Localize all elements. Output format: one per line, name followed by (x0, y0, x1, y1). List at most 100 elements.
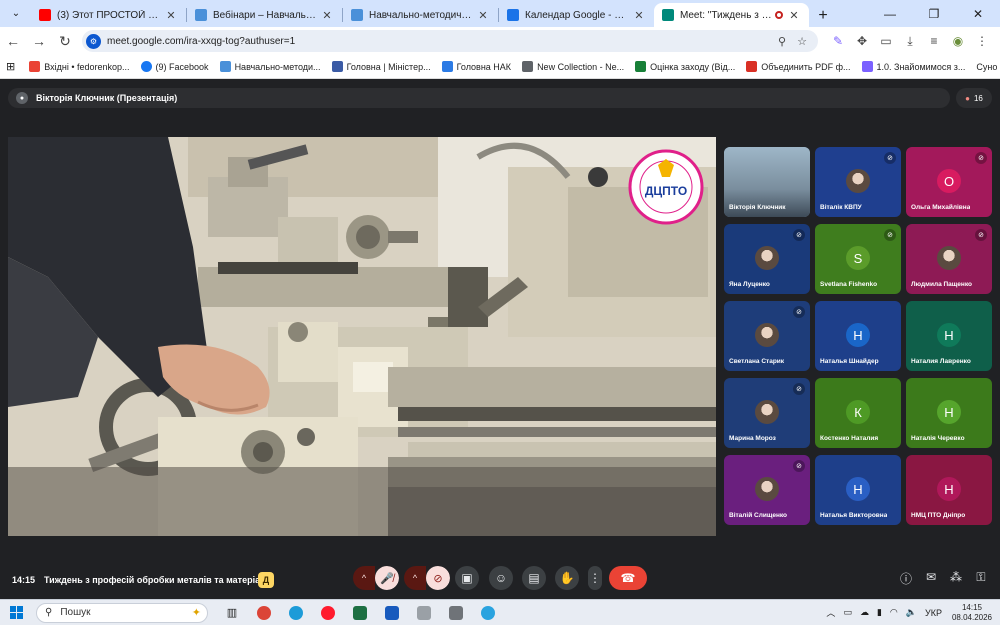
close-tab-icon[interactable]: ✕ (164, 9, 178, 22)
browser-tab-1[interactable]: (3) Этот ПРОСТОЙ ПРИЁМ озн ✕ (31, 3, 186, 27)
participant-tile[interactable]: К Костенко Наталия (815, 378, 901, 448)
bookmark-item[interactable]: Суно (976, 62, 997, 72)
download-icon[interactable]: ⤓ (898, 34, 922, 49)
task-view-icon[interactable]: ▥ (220, 603, 244, 623)
lathe-video-frame: ДЦПТО (8, 137, 716, 536)
cloud-icon[interactable]: ☁ (860, 607, 869, 618)
mic-options-icon[interactable]: ^ (353, 566, 375, 590)
participant-tile[interactable]: О ⊘ Ольга Михайлівна (906, 147, 992, 217)
chat-icon[interactable]: ✉ (922, 570, 940, 584)
camera-options-icon[interactable]: ^ (404, 566, 426, 590)
participant-tile[interactable]: ⊘ Светлана Старик (724, 301, 810, 371)
mic-muted-icon: ⊘ (793, 229, 805, 241)
close-tab-icon[interactable]: ✕ (632, 9, 646, 22)
bookmark-item[interactable]: New Collection - Ne... (522, 61, 624, 72)
battery-icon[interactable]: ▮ (877, 607, 882, 618)
close-tab-icon[interactable]: ✕ (320, 9, 334, 22)
wifi-icon[interactable]: ◠ (890, 607, 898, 618)
menu-icon[interactable]: ⋮ (970, 34, 994, 48)
activities-icon[interactable]: ⁂ (947, 570, 965, 584)
taskbar-search[interactable]: ⚲ Пошук ✦ (36, 602, 208, 623)
bookmark-label: Головна | Міністер... (346, 61, 431, 72)
participants-count-button[interactable]: ● 16 (956, 88, 992, 108)
address-bar[interactable]: ⚙ meet.google.com/ira-xxqg-tog?authuser=… (82, 30, 818, 52)
participant-tile[interactable]: Вікторія Ключник (724, 147, 810, 217)
present-screen-icon[interactable]: ▣ (455, 566, 479, 590)
presentation-video[interactable]: ДЦПТО (8, 137, 716, 536)
display-icon[interactable]: ▭ (843, 607, 852, 618)
bookmark-item[interactable]: Объединить PDF ф... (746, 61, 851, 72)
browser-tab-2[interactable]: Вебінари – Навчально-методи ✕ (187, 3, 342, 27)
windows-start-icon[interactable] (10, 605, 24, 620)
tab-title: Навчально-методичний центр (369, 9, 472, 21)
participant-tile[interactable]: Н Наталья Шнайдер (815, 301, 901, 371)
site-info-icon[interactable]: ⚙ (86, 33, 101, 49)
host-controls-icon[interactable]: ⚿ (972, 570, 990, 585)
raise-hand-icon[interactable]: ✋ (555, 566, 579, 590)
chrome-icon[interactable] (252, 603, 276, 623)
apps-icon[interactable]: ⊞ (6, 60, 15, 73)
participant-name: Костенко Наталия (820, 435, 879, 442)
show-hidden-icons-icon[interactable]: ︿ (826, 606, 835, 619)
sheets-icon (635, 61, 647, 72)
minimize-icon[interactable]: — (868, 0, 912, 27)
leave-call-icon[interactable]: ☎ (609, 566, 647, 590)
restore-icon[interactable]: ❐ (912, 0, 956, 27)
bookmark-item[interactable]: (9) Facebook (140, 61, 209, 72)
camera-off-icon[interactable]: ⊘ (426, 566, 450, 590)
emoji-reaction-icon[interactable]: ☺ (489, 566, 513, 590)
split-icon[interactable]: ▭ (874, 34, 898, 48)
browser-tab-4[interactable]: Календар Google - квітень 20 ✕ (499, 3, 654, 27)
facebook-icon (140, 61, 152, 72)
close-tab-icon[interactable]: ✕ (476, 9, 490, 22)
keyboard-language[interactable]: УКР (925, 608, 942, 618)
zoom-icon[interactable]: ⚲ (772, 35, 792, 48)
car-app-icon[interactable] (444, 603, 468, 623)
volume-icon[interactable]: 🔈 (906, 607, 917, 618)
participant-tile[interactable]: S ⊘ Svetlana Fishenko (815, 224, 901, 294)
participant-tile[interactable]: ⊘ Марина Мороз (724, 378, 810, 448)
bookmark-star-icon[interactable]: ☆ (792, 35, 812, 48)
more-options-icon[interactable]: ⋮ (588, 566, 602, 590)
browser-tab-3[interactable]: Навчально-методичний центр ✕ (343, 3, 498, 27)
mic-muted-icon[interactable]: 🎤̸ (375, 566, 399, 590)
app-icon[interactable] (412, 603, 436, 623)
participant-tile[interactable]: ⊘ Віталій Слищенко (724, 455, 810, 525)
bookmark-item[interactable]: Головна НАК (441, 61, 511, 72)
participant-tile[interactable]: ⊘ Віталік КВПУ (815, 147, 901, 217)
extensions-icon[interactable]: ✥ (850, 34, 874, 48)
participant-tile[interactable]: ⊘ Людмила Пащенко (906, 224, 992, 294)
edge-icon[interactable] (284, 603, 308, 623)
browser-tab-5-active[interactable]: Meet: "Тиждень з професі ✕ (654, 3, 809, 27)
taskbar-clock[interactable]: 14:15 08.04.2026 (952, 603, 992, 623)
new-tab-button[interactable]: + (811, 5, 835, 27)
word-icon[interactable] (380, 603, 404, 623)
url-text[interactable]: meet.google.com/ira-xxqg-tog?authuser=1 (107, 36, 772, 47)
bookmark-item[interactable]: 1.0. Знайомимося з... (861, 61, 965, 72)
bookmark-item[interactable]: Навчально-методи... (219, 61, 321, 72)
participant-tile[interactable]: Н Наталия Лавренко (906, 301, 992, 371)
reload-icon[interactable]: ↻ (52, 33, 78, 50)
media-control-icon[interactable]: ≡ (922, 34, 946, 48)
participant-tile[interactable]: Н Наталія Черевко (906, 378, 992, 448)
participant-tile[interactable]: Н Наталья Викторовна (815, 455, 901, 525)
pen-icon[interactable]: ✎ (826, 34, 850, 48)
close-window-icon[interactable]: ✕ (956, 0, 1000, 27)
participant-name: Наталья Шнайдер (820, 358, 879, 365)
bookmark-item[interactable]: Оцінка заходу (Від... (635, 61, 735, 72)
bookmark-item[interactable]: Головна | Міністер... (331, 61, 431, 72)
meeting-info-icon[interactable]: ⓘ (897, 570, 915, 587)
participant-tile[interactable]: Н НМЦ ПТО Дніпро (906, 455, 992, 525)
forward-icon[interactable]: → (26, 33, 52, 49)
close-tab-icon[interactable]: ✕ (787, 9, 801, 22)
tab-search-icon[interactable]: ⌄ (5, 2, 27, 24)
participant-tile[interactable]: ⊘ Яна Луценко (724, 224, 810, 294)
captions-icon[interactable]: ▤ (522, 566, 546, 590)
window-controls: — ❐ ✕ (868, 0, 1000, 27)
bookmark-item[interactable]: Вхідні • fedorenkop... (29, 61, 130, 72)
back-icon[interactable]: ← (0, 33, 26, 49)
excel-icon[interactable] (348, 603, 372, 623)
profile-icon[interactable]: ◉ (946, 34, 970, 48)
telegram-icon[interactable] (476, 603, 500, 623)
opera-icon[interactable] (316, 603, 340, 623)
